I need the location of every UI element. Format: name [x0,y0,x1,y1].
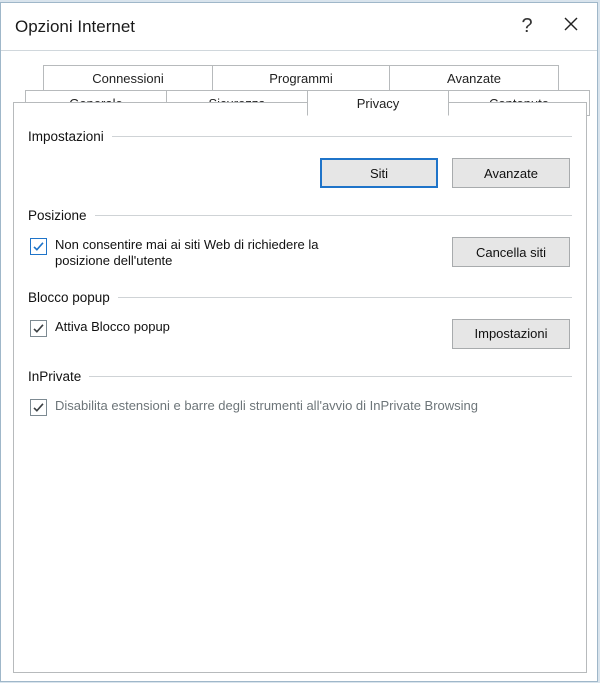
divider [89,376,572,377]
popup-enable-label: Attiva Blocco popup [55,319,170,335]
clear-sites-button[interactable]: Cancella siti [452,237,570,267]
group-settings-label: Impostazioni [28,129,112,144]
help-button[interactable]: ? [505,4,549,50]
group-location-heading: Posizione [28,208,572,223]
inprivate-disable-ext-checkbox[interactable] [30,399,47,416]
close-button[interactable] [549,4,593,50]
tab-privacy[interactable]: Privacy [307,90,449,116]
group-settings-heading: Impostazioni [28,129,572,144]
tab-programs[interactable]: Programmi [212,65,390,91]
group-inprivate-heading: InPrivate [28,369,572,384]
tab-panel-privacy: Impostazioni Siti Avanzate Posizione [13,102,587,673]
check-icon [32,401,45,414]
divider [118,297,572,298]
inprivate-disable-ext-label: Disabilita estensioni e barre degli stru… [55,398,478,414]
popup-settings-button[interactable]: Impostazioni [452,319,570,349]
location-never-allow-checkbox[interactable] [30,238,47,255]
divider [95,215,572,216]
help-icon: ? [521,15,532,38]
group-popup-label: Blocco popup [28,290,118,305]
titlebar: Opzioni Internet ? [1,3,597,51]
group-popup-heading: Blocco popup [28,290,572,305]
window-title: Opzioni Internet [15,17,505,37]
location-never-allow-label: Non consentire mai ai siti Web di richie… [55,237,355,270]
internet-options-dialog: Opzioni Internet ? Connessioni Programmi… [0,2,598,682]
check-icon [32,322,45,335]
divider [112,136,572,137]
dialog-body: Connessioni Programmi Avanzate Generale … [1,51,597,681]
group-inprivate-label: InPrivate [28,369,89,384]
sites-button[interactable]: Siti [320,158,438,188]
popup-enable-checkbox[interactable] [30,320,47,337]
tab-advanced[interactable]: Avanzate [389,65,559,91]
tab-connections[interactable]: Connessioni [43,65,213,91]
advanced-button[interactable]: Avanzate [452,158,570,188]
close-icon [563,15,579,38]
group-location-label: Posizione [28,208,95,223]
check-icon [32,240,45,253]
